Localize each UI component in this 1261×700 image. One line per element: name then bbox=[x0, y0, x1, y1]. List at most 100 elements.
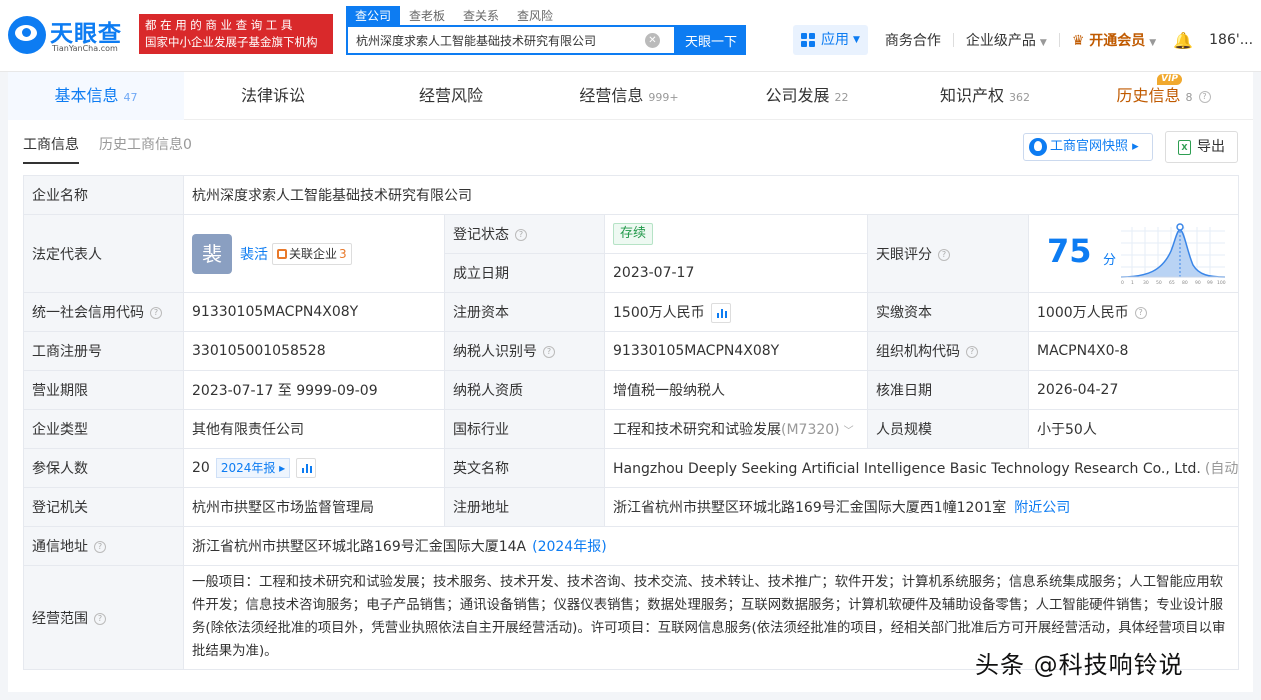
industry-value: 工程和技术研究和试验发展 bbox=[613, 422, 781, 438]
type-label: 企业类型 bbox=[23, 409, 184, 449]
org-code-label: 组织机构代码? bbox=[867, 331, 1029, 371]
tab-label: 公司发展 bbox=[765, 86, 830, 105]
mail-address-label: 通信地址? bbox=[23, 526, 184, 566]
annual-report-year[interactable]: 2024年报 ▸ bbox=[215, 458, 291, 478]
status-badge: 存续 bbox=[613, 223, 654, 245]
legal-rep-cell: 裴裴活 关联企业 3 bbox=[183, 214, 445, 293]
taxpayer-id-value: 91330105MACPN4X08Y bbox=[604, 331, 868, 371]
score-cell[interactable]: 75 分 0 1 30 50 65 80 90 99 100 bbox=[1027, 214, 1240, 293]
apps-menu[interactable]: 应用 ▼ bbox=[793, 25, 868, 55]
authority-value: 杭州市拱墅区市场监督管理局 bbox=[183, 487, 445, 527]
svg-text:65: 65 bbox=[1169, 280, 1175, 286]
tab-operations[interactable]: 经营信息 999+ bbox=[540, 72, 718, 120]
tab-label: 经营风险 bbox=[418, 86, 483, 105]
slogan-banner[interactable]: 都在用的商业查询工具 国家中小企业发展子基金旗下机构 bbox=[139, 14, 333, 54]
export-button[interactable]: X 导出 bbox=[1165, 131, 1238, 163]
snapshot-button[interactable]: 工商官网快照 ▸ bbox=[1023, 133, 1153, 161]
info-icon[interactable]: ? bbox=[150, 307, 162, 319]
reg-address-cell: 浙江省杭州市拱墅区环城北路169号汇金国际大厦西1幢1201室 附近公司 bbox=[603, 487, 1240, 527]
excel-icon: X bbox=[1178, 140, 1191, 155]
tab-count: 22 bbox=[834, 91, 849, 104]
paid-capital-value: 1000万人民币 bbox=[1037, 305, 1129, 321]
vip-button[interactable]: ♛ 开通会员 ▼ bbox=[1072, 30, 1156, 50]
paid-capital-cell: 1000万人民币? bbox=[1027, 292, 1240, 332]
subtab-history-business[interactable]: 历史工商信息0 bbox=[99, 132, 192, 164]
top-bar: 天眼查 TianYanCha.com 都在用的商业查询工具 国家中小企业发展子基… bbox=[0, 0, 1261, 72]
svg-text:100: 100 bbox=[1217, 280, 1226, 286]
info-icon[interactable]: ? bbox=[1198, 90, 1211, 103]
industry-cell[interactable]: 工程和技术研究和试验发展(M7320) ﹀ bbox=[604, 409, 868, 449]
main-content: 基本信息 47 法律诉讼 经营风险 经营信息 999+ 公司发展 22 知识产权 362… bbox=[8, 72, 1253, 692]
watermark: 头条 @科技响铃说 bbox=[975, 651, 1184, 679]
insured-value: 20 bbox=[192, 460, 210, 476]
search-tab-boss[interactable]: 查老板 bbox=[400, 6, 454, 26]
svg-text:30: 30 bbox=[1143, 280, 1149, 286]
table-row: 通信地址? 浙江省杭州市拱墅区环城北路169号汇金国际大厦14A (2024年报) bbox=[23, 526, 1240, 566]
company-name-label: 企业名称 bbox=[23, 175, 184, 215]
insured-label: 参保人数 bbox=[23, 448, 184, 488]
table-row: 企业名称 杭州深度求索人工智能基础技术研究有限公司 bbox=[23, 175, 1240, 215]
tab-label: 历史信息 bbox=[1116, 86, 1181, 105]
slogan-line-1: 都在用的商业查询工具 bbox=[145, 18, 296, 32]
search-tab-company[interactable]: 查公司 bbox=[346, 6, 401, 26]
info-icon[interactable]: ? bbox=[94, 541, 106, 553]
search-button[interactable]: 天眼一下 bbox=[676, 25, 746, 55]
tab-lawsuits[interactable]: 法律诉讼 bbox=[184, 72, 362, 120]
nav-divider bbox=[952, 33, 954, 47]
clear-icon[interactable]: ✕ bbox=[645, 33, 660, 48]
scope-label: 经营范围? bbox=[23, 565, 184, 670]
subtab-business-info[interactable]: 工商信息 bbox=[23, 132, 79, 164]
nav-enterprise[interactable]: 企业级产品 ▼ bbox=[966, 30, 1047, 50]
info-icon[interactable]: ? bbox=[938, 248, 950, 261]
english-name: Hangzhou Deeply Seeking Artificial Intel… bbox=[613, 461, 1201, 477]
reg-address: 浙江省杭州市拱墅区环城北路169号汇金国际大厦西1幢1201室 bbox=[613, 500, 1007, 516]
svg-text:50: 50 bbox=[1156, 280, 1162, 286]
tab-ip[interactable]: 知识产权 362 bbox=[896, 72, 1074, 120]
credit-code-label: 统一社会信用代码? bbox=[23, 292, 184, 332]
crown-icon: ♛ bbox=[1071, 33, 1085, 49]
tab-risk[interactable]: 经营风险 bbox=[362, 72, 540, 120]
chevron-right-icon: ▸ bbox=[1132, 139, 1139, 154]
org-code-value: MACPN4X0-8 bbox=[1027, 331, 1240, 371]
user-account[interactable]: 186'... bbox=[1209, 32, 1253, 48]
nearby-companies-link[interactable]: 附近公司 bbox=[1014, 500, 1070, 516]
nav-enterprise-label: 企业级产品 bbox=[965, 33, 1036, 49]
capital-chart-icon[interactable] bbox=[710, 302, 731, 323]
bell-icon[interactable]: 🔔 bbox=[1173, 31, 1193, 50]
credit-code-value: 91330105MACPN4X08Y bbox=[183, 292, 445, 332]
tab-count: 47 bbox=[123, 91, 138, 104]
info-icon[interactable]: ? bbox=[515, 229, 527, 241]
tab-history[interactable]: VIP 历史信息 8? bbox=[1074, 72, 1253, 120]
info-icon[interactable]: ? bbox=[94, 612, 106, 625]
reg-status-cell: 存续 bbox=[604, 214, 868, 254]
tab-label: 知识产权 bbox=[939, 86, 1004, 105]
reg-status-label: 登记状态? bbox=[444, 214, 605, 254]
search-tab-risk[interactable]: 查风险 bbox=[508, 6, 562, 26]
nav-business[interactable]: 商务合作 bbox=[885, 30, 941, 50]
reg-no-label: 工商注册号 bbox=[23, 331, 184, 371]
authority-label: 登记机关 bbox=[23, 487, 184, 527]
search-tab-relation[interactable]: 查关系 bbox=[454, 6, 508, 26]
avatar[interactable]: 裴 bbox=[192, 233, 232, 274]
info-icon[interactable]: ? bbox=[966, 346, 978, 358]
nav-divider bbox=[1058, 33, 1060, 47]
info-icon[interactable]: ? bbox=[543, 346, 555, 358]
legal-rep-label: 法定代表人 bbox=[23, 214, 184, 293]
insured-chart-icon[interactable] bbox=[296, 458, 317, 478]
export-label: 导出 bbox=[1197, 139, 1225, 155]
tab-count: 8 bbox=[1185, 91, 1193, 104]
search-input[interactable] bbox=[348, 27, 648, 53]
mail-address-report-link[interactable]: (2024年报) bbox=[532, 539, 607, 555]
related-label: 关联企业 bbox=[289, 246, 338, 261]
table-row: 参保人数 20 2024年报 ▸ 英文名称 Hangzhou Deeply See… bbox=[23, 448, 1240, 488]
related-companies-badge[interactable]: 关联企业 3 bbox=[272, 242, 352, 265]
mail-address-cell: 浙江省杭州市拱墅区环城北路169号汇金国际大厦14A (2024年报) bbox=[182, 526, 1240, 566]
logo[interactable]: 天眼查 TianYanCha.com bbox=[8, 14, 136, 58]
info-icon[interactable]: ? bbox=[1134, 307, 1147, 319]
chevron-down-icon[interactable]: ﹀ bbox=[844, 426, 854, 437]
legal-rep-link[interactable]: 裴活 bbox=[240, 247, 268, 263]
tab-development[interactable]: 公司发展 22 bbox=[718, 72, 896, 120]
tab-count: 362 bbox=[1009, 91, 1030, 104]
tab-basic-info[interactable]: 基本信息 47 bbox=[8, 72, 184, 120]
svg-text:1: 1 bbox=[1131, 280, 1134, 286]
